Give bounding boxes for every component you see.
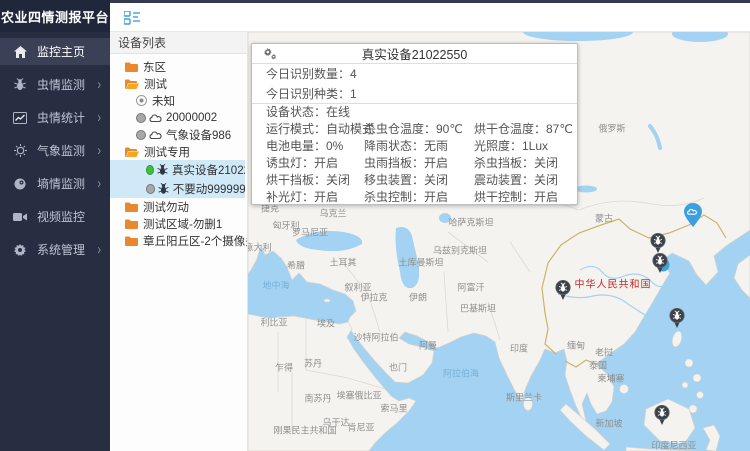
tree-folder-test[interactable]: 测试 xyxy=(110,75,247,92)
chevron-right-icon: › xyxy=(97,77,101,93)
device-detail-popup: 真实设备21022550 今日识别数量：4 今日识别种类：1 设备状态：在线 运… xyxy=(251,43,578,205)
today-identify-species: 今日识别种类：1 xyxy=(252,84,577,104)
tree-folder-zhangqiu[interactable]: 章丘阳丘区-2个摄像头 xyxy=(110,232,247,249)
folder-open-icon xyxy=(125,79,139,89)
gear-icon xyxy=(12,244,28,256)
sidebar-item-soil-monitor[interactable]: 墒情监测 › xyxy=(0,170,110,197)
globe-icon xyxy=(12,178,28,190)
today-identify-count: 今日识别数量：4 xyxy=(252,64,577,84)
sidebar-item-weather-monitor[interactable]: 气象监测 › xyxy=(0,137,110,164)
bug-icon xyxy=(158,183,169,195)
tree-device-unknown[interactable]: 未知 xyxy=(110,92,247,109)
video-camera-icon xyxy=(12,212,28,222)
status-dot-offline xyxy=(136,130,146,140)
metric: 烘干仓温度：87℃ xyxy=(474,121,577,138)
folder-icon xyxy=(125,236,138,246)
popup-device-title: 真实设备21022550 xyxy=(362,44,468,63)
folder-icon xyxy=(125,62,138,72)
device-status: 设备状态：在线 xyxy=(252,104,577,121)
sidebar-item-video-monitor[interactable]: 视频监控 xyxy=(0,203,110,230)
weather-pin[interactable] xyxy=(684,203,702,232)
metric: 补光灯：开启 xyxy=(266,189,364,206)
tree-folder-test-dedicated[interactable]: 测试专用 xyxy=(110,143,247,160)
signal-icon xyxy=(136,95,147,106)
map-canvas[interactable]: 俄罗斯蒙古中华人民共和国哈萨克斯坦乌克兰捷克匈牙利罗马尼亚意大利希腊土耳其地中海… xyxy=(248,32,750,451)
device-list-panel: 设备列表 东区 测试 未知 xyxy=(110,32,248,451)
bug-pin[interactable] xyxy=(555,280,571,305)
cloud-icon xyxy=(149,130,162,139)
app-title: 农业四情测报平台 xyxy=(0,0,110,35)
sidebar-item-insect-monitor[interactable]: 虫情监测 › xyxy=(0,71,110,98)
status-dot-offline xyxy=(136,113,146,123)
folder-open-icon xyxy=(125,147,139,157)
metric: 虫雨挡板：开启 xyxy=(364,155,474,172)
tree-device-20000002[interactable]: 20000002 xyxy=(110,109,247,126)
metric: 杀虫仓温度：90℃ xyxy=(364,121,474,138)
device-metrics-grid: 运行模式：自动模式 杀虫仓温度：90℃ 烘干仓温度：87℃ 电池电量：0% 降雨… xyxy=(252,121,577,206)
tree-folder-test-area[interactable]: 测试区域-勿删1 xyxy=(110,215,247,232)
metric: 光照度：1Lux xyxy=(474,138,577,155)
metric: 诱虫灯：开启 xyxy=(266,155,364,172)
home-icon xyxy=(12,46,28,58)
line-chart-icon xyxy=(12,112,28,124)
chevron-right-icon: › xyxy=(97,242,101,258)
chevron-right-icon: › xyxy=(97,176,101,192)
bug-pin[interactable] xyxy=(669,308,685,333)
status-dot-offline xyxy=(146,184,155,194)
metric: 移虫装置：关闭 xyxy=(364,172,474,189)
sun-icon xyxy=(12,144,28,157)
folder-icon xyxy=(125,202,138,212)
tree-device-real-21022550[interactable]: 真实设备21022550 xyxy=(110,160,245,179)
bug-icon xyxy=(12,78,28,91)
topbar: 农业四情测报平台 xyxy=(0,0,750,32)
sidebar: 监控主页 虫情监测 › 虫情统计 › 气象监测 › xyxy=(0,32,110,451)
tree-device-weather986[interactable]: 气象设备986 xyxy=(110,126,247,143)
cloud-icon xyxy=(149,113,162,122)
sidebar-item-insect-stats[interactable]: 虫情统计 › xyxy=(0,104,110,131)
bug-pin[interactable] xyxy=(654,405,670,430)
settings-cogs-icon[interactable] xyxy=(263,47,277,63)
tree-folder-test-nomove[interactable]: 测试勿动 xyxy=(110,198,247,215)
screen: 农业四情测报平台 监控主页 虫情监测 › xyxy=(0,0,750,451)
metric: 运行模式：自动模式 xyxy=(266,121,364,138)
metric: 杀虫控制：开启 xyxy=(364,189,474,206)
tree-folder-east[interactable]: 东区 xyxy=(110,58,247,75)
bug-icon xyxy=(157,164,168,176)
tree-device-donottouch[interactable]: 不要动99999999 xyxy=(110,179,245,198)
folder-icon xyxy=(125,219,138,229)
sidebar-item-system-settings[interactable]: 系统管理 › xyxy=(0,236,110,263)
device-tree: 东区 测试 未知 20000002 xyxy=(110,54,247,249)
bug-pin[interactable] xyxy=(652,253,668,278)
metric: 电池电量：0% xyxy=(266,138,364,155)
metric: 烘干控制：开启 xyxy=(474,189,577,206)
metric: 震动装置：关闭 xyxy=(474,172,577,189)
sidebar-item-home[interactable]: 监控主页 xyxy=(0,38,110,65)
chevron-right-icon: › xyxy=(97,143,101,159)
metric: 杀虫挡板：关闭 xyxy=(474,155,577,172)
device-list-title: 设备列表 xyxy=(110,32,247,54)
chevron-right-icon: › xyxy=(97,110,101,126)
status-dot-online xyxy=(146,165,154,175)
metric: 降雨状态：无雨 xyxy=(364,138,474,155)
metric: 烘干挡板：关闭 xyxy=(266,172,364,189)
layout-list-icon[interactable] xyxy=(122,8,142,28)
